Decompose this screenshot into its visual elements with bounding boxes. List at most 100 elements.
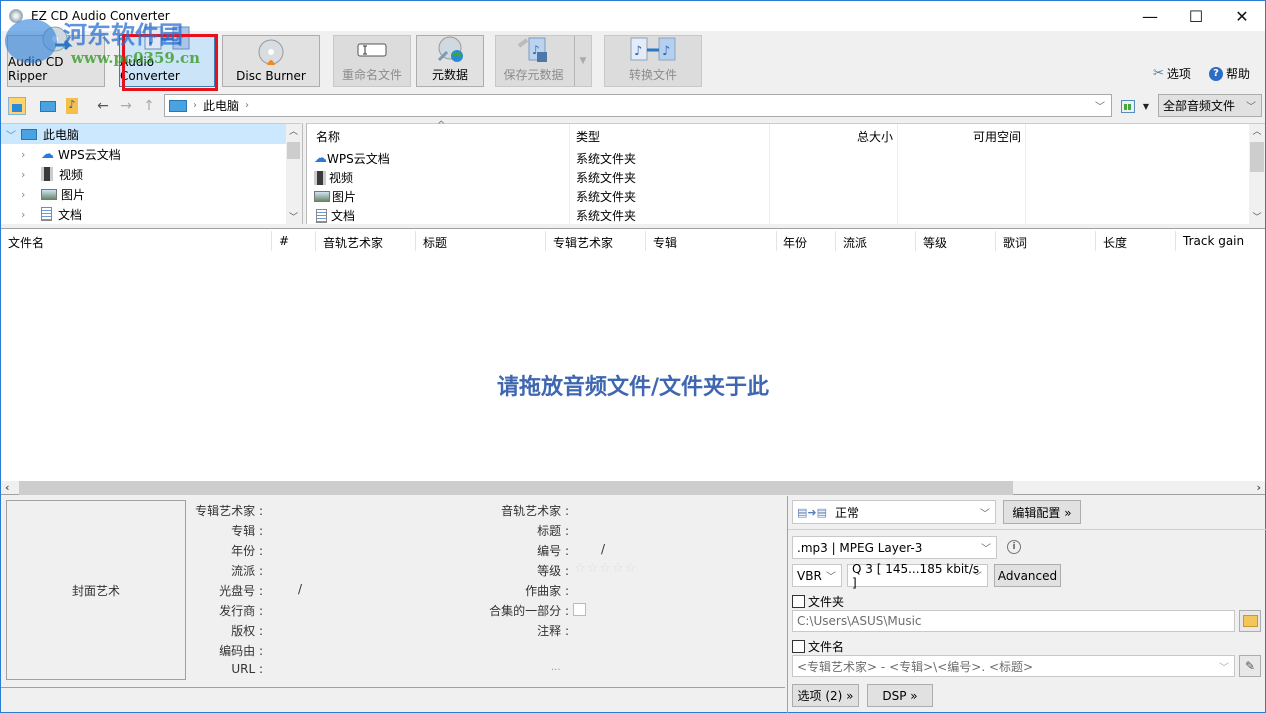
track-list-hscrollbar[interactable]: ‹ › — [1, 481, 1265, 495]
column-header-album[interactable]: 专辑 — [653, 234, 677, 251]
collapse-arrow-icon[interactable]: › — [21, 208, 41, 221]
tree-item[interactable]: › ☁ WPS云文档 — [21, 144, 121, 164]
metadata-button[interactable]: 元数据 — [416, 35, 484, 87]
tree-scrollbar[interactable]: ︿ ﹀ — [286, 124, 301, 225]
column-separator — [315, 231, 316, 251]
close-button[interactable]: ✕ — [1219, 1, 1265, 31]
column-header-track-gain[interactable]: Track gain — [1183, 234, 1244, 248]
forward-button[interactable]: → — [117, 97, 135, 115]
view-mode-icon[interactable] — [1119, 97, 1137, 115]
tree-item[interactable]: › 视频 — [21, 164, 83, 184]
scroll-thumb[interactable] — [287, 142, 300, 159]
bitrate-mode-select[interactable]: VBR ﹀ — [792, 564, 842, 587]
document-icon — [41, 207, 52, 221]
rating-stars[interactable]: ☆☆☆☆☆ — [574, 561, 637, 576]
cover-art[interactable]: 封面艺术 — [6, 500, 186, 680]
rename-icon — [355, 36, 389, 64]
collapse-arrow-icon[interactable]: › — [21, 168, 41, 181]
computer-icon[interactable] — [39, 97, 57, 115]
scroll-right-icon[interactable]: › — [1256, 481, 1261, 494]
rename-files-button[interactable]: 重命名文件 — [333, 35, 411, 87]
column-header-type[interactable]: 类型 — [576, 128, 600, 145]
tree-item[interactable]: › 图片 — [21, 184, 85, 204]
view-mode-dropdown[interactable]: ▼ — [1137, 97, 1155, 115]
button-label: 转换文件 — [628, 68, 677, 82]
filename-option[interactable]: 文件名 — [792, 638, 844, 655]
collapse-arrow-icon[interactable]: › — [21, 188, 41, 201]
column-header-year[interactable]: 年份 — [783, 234, 807, 251]
column-header-genre[interactable]: 流派 — [843, 234, 867, 251]
file-row[interactable]: 视频 — [314, 169, 353, 186]
breadcrumb-item[interactable]: 此电脑 — [203, 97, 239, 114]
disc-burner-button[interactable]: Disc Burner — [222, 35, 320, 87]
help-link[interactable]: ? 帮助 — [1209, 65, 1250, 82]
track-number-value[interactable]: / — [601, 542, 605, 556]
scroll-up-icon[interactable]: ︿ — [286, 124, 301, 137]
column-header-name[interactable]: 名称 — [316, 128, 340, 145]
scroll-up-icon[interactable]: ︿ — [1249, 124, 1265, 137]
tree-item-this-pc[interactable]: ﹀ 此电脑 — [1, 124, 286, 144]
folder-checkbox[interactable] — [792, 595, 805, 608]
dsp-button[interactable]: DSP » — [867, 684, 933, 707]
column-header-free-space[interactable]: 可用空间 — [897, 128, 1021, 145]
column-header-track-artist[interactable]: 音轨艺术家 — [323, 234, 383, 251]
tree-item[interactable]: › 文档 — [21, 204, 82, 224]
up-button[interactable]: ↑ — [140, 97, 158, 115]
collapse-arrow-icon[interactable]: › — [21, 148, 41, 161]
button-label: 元数据 — [431, 68, 468, 82]
back-button[interactable]: ← — [94, 97, 112, 115]
edit-pattern-button[interactable]: ✎ — [1239, 655, 1261, 677]
quality-select[interactable]: Q 3 [ 145...185 kbit/s ] ﹀ — [847, 562, 988, 590]
track-list[interactable]: 文件名 # 音轨艺术家 标题 专辑艺术家 专辑 年份 流派 等级 歌词 长度 T… — [1, 228, 1265, 481]
format-select[interactable]: .mp3 | MPEG Layer-3 ﹀ — [792, 536, 997, 559]
column-header-number[interactable]: # — [279, 234, 289, 248]
column-header-album-artist[interactable]: 专辑艺术家 — [553, 234, 613, 251]
info-icon[interactable]: i — [1007, 540, 1021, 554]
file-list-scrollbar[interactable]: ︿ ﹀ — [1249, 124, 1265, 225]
options-link[interactable]: ✂ 选项 — [1153, 65, 1191, 82]
scroll-thumb[interactable] — [19, 481, 1013, 495]
address-bar[interactable]: › 此电脑 › ﹀ — [164, 94, 1112, 117]
expand-icon[interactable]: ﹀ — [1, 127, 21, 142]
column-separator — [835, 231, 836, 251]
advanced-button[interactable]: Advanced — [994, 564, 1061, 587]
audio-converter-button[interactable]: ♪ ♪ Audio Converter — [119, 26, 215, 87]
compilation-checkbox[interactable] — [573, 603, 586, 616]
convert-files-button[interactable]: ♪ ♪ 转换文件 — [604, 35, 702, 87]
scroll-down-icon[interactable]: ﹀ — [286, 210, 301, 223]
file-row[interactable]: ☁ WPS云文档 — [314, 150, 390, 167]
chevron-down-icon[interactable]: ﹀ — [1219, 659, 1229, 674]
browse-folder-button[interactable] — [1239, 610, 1261, 632]
filename-pattern-input[interactable]: <专辑艺术家> - <专辑>\<编号>. <标题> ﹀ — [792, 655, 1235, 677]
address-dropdown-icon[interactable]: ﹀ — [1095, 98, 1105, 113]
file-filter-select[interactable]: 全部音频文件 ﹀ — [1158, 94, 1262, 117]
column-header-title[interactable]: 标题 — [423, 234, 447, 251]
output-folder-input[interactable]: C:\Users\ASUS\Music — [792, 610, 1235, 632]
profile-select[interactable]: ▤➜▤ 正常 ﹀ — [792, 500, 996, 524]
explorer-icon[interactable] — [8, 97, 26, 115]
tree-item-label: 此电脑 — [43, 127, 80, 142]
save-metadata-dropdown[interactable]: ▼ — [574, 36, 591, 86]
music-folder-icon[interactable]: ♪ — [63, 97, 81, 115]
more-button[interactable]: ... — [551, 662, 561, 673]
column-header-filename[interactable]: 文件名 — [8, 234, 44, 251]
maximize-button[interactable]: ☐ — [1173, 1, 1219, 31]
scroll-left-icon[interactable]: ‹ — [5, 481, 10, 494]
disc-number-value[interactable]: / — [298, 582, 302, 596]
options-button[interactable]: 选项 (2) » — [792, 684, 859, 707]
folder-option[interactable]: 文件夹 — [792, 593, 844, 610]
scroll-down-icon[interactable]: ﹀ — [1249, 210, 1265, 223]
filename-checkbox[interactable] — [792, 640, 805, 653]
file-row[interactable]: 图片 — [314, 188, 356, 205]
scroll-thumb[interactable] — [1250, 142, 1264, 172]
save-metadata-button[interactable]: ♪ 保存元数据 ▼ — [495, 35, 592, 87]
bitrate-mode-value: VBR — [797, 568, 822, 583]
column-header-total-size[interactable]: 总大小 — [769, 128, 893, 145]
column-header-length[interactable]: 长度 — [1103, 234, 1127, 251]
column-header-rating[interactable]: 等级 — [923, 234, 947, 251]
cloud-icon: ☁ — [41, 146, 54, 162]
minimize-button[interactable]: — — [1127, 1, 1173, 31]
column-header-lyrics[interactable]: 歌词 — [1003, 234, 1027, 251]
file-row[interactable]: 文档 — [316, 207, 355, 224]
edit-profile-button[interactable]: 编辑配置 » — [1003, 500, 1081, 524]
